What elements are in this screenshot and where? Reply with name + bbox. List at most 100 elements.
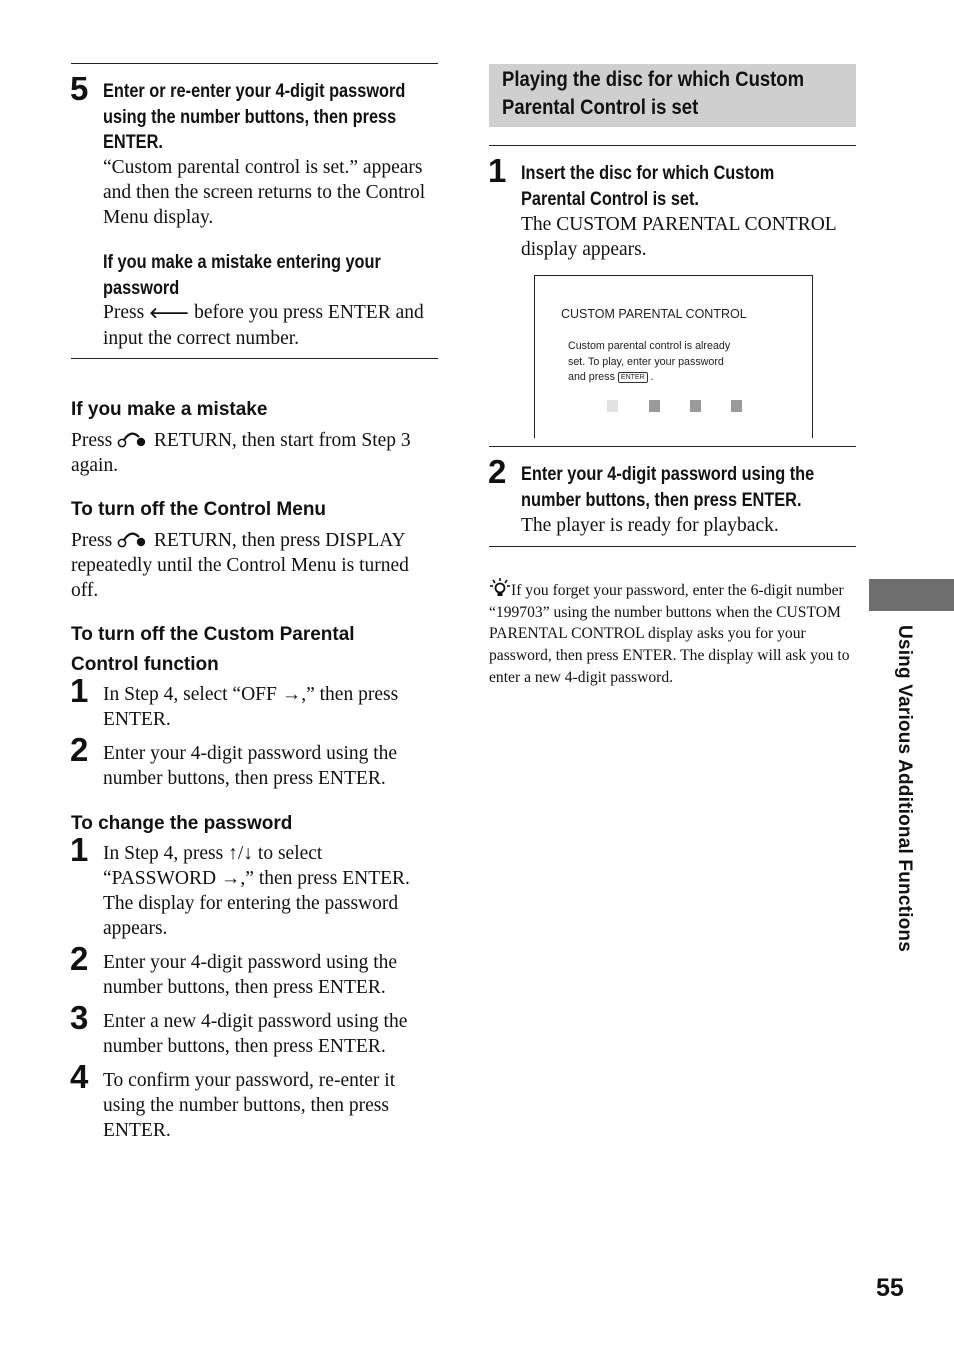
sub-heading: If you make a mistake entering your pass…: [103, 250, 381, 301]
body-line: ENTER.: [103, 709, 171, 730]
step-heading-line: Insert the disc for which Custom: [521, 163, 775, 184]
screen-message-line: set. To play, enter your password: [568, 355, 724, 368]
chapter-tab-marker: [869, 579, 954, 611]
step-number: 1: [488, 152, 507, 189]
text: before you press ENTER and: [189, 302, 424, 323]
turn-off-menu-body: Press RETURN, then press DISPLAY repeate…: [71, 528, 409, 603]
heading-line: Control function: [71, 654, 219, 675]
body-line: The CUSTOM PARENTAL CONTROL: [521, 214, 837, 235]
sub-heading-line: password: [103, 277, 180, 299]
password-digit-box[interactable]: [731, 400, 742, 412]
step-number: 4: [70, 1058, 89, 1095]
text: Press: [103, 302, 150, 323]
step-number: 3: [70, 999, 89, 1036]
body-line: Enter your 4-digit password using the: [103, 952, 398, 973]
body-line: input the correct number.: [103, 328, 300, 349]
divider: [489, 145, 856, 146]
screen-message: Custom parental control is already set. …: [568, 339, 730, 386]
step-heading: Enter or re-enter your 4-digit password …: [103, 79, 405, 156]
body-line: Press RETURN, then start from Step 3: [71, 428, 411, 453]
chapter-tab-label: Using Various Additional Functions: [894, 625, 915, 952]
body-line: ENTER.: [103, 1120, 171, 1141]
section-heading-turn-off-custom: To turn off the Custom Parental Control …: [71, 620, 355, 680]
body-line: To confirm your password, re-enter it: [103, 1070, 396, 1091]
screen-message-line: and press ENTER .: [568, 370, 730, 386]
divider: [489, 546, 856, 547]
step-body: The CUSTOM PARENTAL CONTROL display appe…: [521, 212, 837, 262]
step-heading-line: using the number buttons, then press: [103, 106, 397, 128]
step-body: Enter a new 4-digit password using the n…: [103, 1009, 407, 1059]
sub-body: Press 🡐 before you press ENTER and input…: [103, 300, 424, 351]
body-line: using the number buttons, then press: [103, 1095, 389, 1116]
screen-title: CUSTOM PARENTAL CONTROL: [561, 307, 747, 321]
body-line: number buttons, then press ENTER.: [103, 977, 386, 998]
text: Press: [71, 530, 118, 551]
step-heading: Insert the disc for which Custom Parenta…: [521, 161, 774, 212]
section-title-line: Parental Control is set: [502, 95, 699, 119]
body-line: repeatedly until the Control Menu is tur…: [71, 555, 409, 576]
text: RETURN, then start from Step 3: [149, 430, 411, 451]
step-body: To confirm your password, re-enter it us…: [103, 1068, 395, 1143]
step-heading-line: number buttons, then press ENTER.: [521, 489, 802, 511]
body-line: off.: [71, 580, 99, 601]
password-digit-box[interactable]: [649, 400, 660, 412]
password-digit-box[interactable]: [607, 400, 618, 412]
step-body: “Custom parental control is set.” appear…: [103, 155, 425, 230]
step-heading-line: ENTER.: [103, 132, 163, 153]
step-number: 2: [70, 731, 89, 768]
step-number: 5: [70, 70, 89, 107]
step-number: 2: [488, 453, 507, 490]
sub-heading-line: If you make a mistake entering your: [103, 252, 381, 273]
return-icon: [117, 532, 146, 548]
body-line: again.: [71, 455, 119, 476]
text: Press: [71, 430, 118, 451]
text: and press: [568, 371, 618, 384]
divider: [489, 446, 856, 447]
body-line: number buttons, then press ENTER.: [103, 1036, 386, 1057]
body-line: Enter your 4-digit password using the: [103, 743, 398, 764]
tip-text: If you forget your password, enter the 6…: [489, 582, 850, 686]
body-line: and then the screen returns to the Contr…: [103, 182, 426, 203]
section-heading-mistake: If you make a mistake: [71, 399, 268, 420]
body-line: In Step 4, press ↑/↓ to select: [103, 843, 323, 864]
text: .: [647, 371, 654, 384]
body-line: The player is ready for playback.: [521, 515, 779, 536]
body-line: Press RETURN, then press DISPLAY: [71, 528, 409, 553]
page-number: 55: [876, 1274, 904, 1302]
body-line: appears.: [103, 918, 168, 939]
body-line: In Step 4, select “OFF →,” then press: [103, 684, 399, 705]
section-heading-change-password: To change the password: [71, 813, 293, 834]
body-line: Menu display.: [103, 207, 214, 228]
step-heading-line: Enter or re-enter your 4-digit password: [103, 81, 406, 102]
step-number: 2: [70, 940, 89, 977]
body-line: Enter a new 4-digit password using the: [103, 1011, 408, 1032]
body-line: “PASSWORD →,” then press ENTER.: [103, 868, 410, 889]
password-digit-box[interactable]: [690, 400, 701, 412]
text: RETURN, then press DISPLAY: [149, 530, 406, 551]
step-body: The player is ready for playback.: [521, 513, 779, 538]
step-body: Enter your 4-digit password using the nu…: [103, 950, 397, 1000]
step-body: In Step 4, press ↑/↓ to select “PASSWORD…: [103, 841, 410, 941]
section-heading-turn-off-menu: To turn off the Control Menu: [71, 499, 327, 520]
step-number: 1: [70, 672, 89, 709]
body-line: “Custom parental control is set.” appear…: [103, 157, 423, 178]
body-line: display appears.: [521, 239, 647, 260]
enter-key-icon: ENTER: [617, 372, 648, 384]
heading-line: To turn off the Custom Parental: [71, 624, 355, 645]
step-body: In Step 4, select “OFF →,” then press EN…: [103, 682, 398, 732]
section-title-line: Playing the disc for which Custom: [502, 67, 805, 91]
mistake-body: Press RETURN, then start from Step 3 aga…: [71, 428, 411, 478]
divider: [71, 63, 438, 64]
body-line: The display for entering the password: [103, 893, 399, 914]
left-arrow-icon: 🡐: [149, 304, 190, 322]
step-body: Enter your 4-digit password using the nu…: [103, 741, 397, 791]
body-line: number buttons, then press ENTER.: [103, 768, 386, 789]
divider: [71, 358, 438, 359]
step-heading-line: Enter your 4-digit password using the: [521, 464, 815, 485]
step-number: 1: [70, 831, 89, 868]
return-icon: [117, 432, 146, 448]
step-heading-line: Parental Control is set.: [521, 188, 699, 210]
step-heading: Enter your 4-digit password using the nu…: [521, 462, 814, 513]
lightbulb-hint-icon: [490, 578, 510, 596]
section-title: Playing the disc for which Custom Parent…: [502, 65, 804, 121]
